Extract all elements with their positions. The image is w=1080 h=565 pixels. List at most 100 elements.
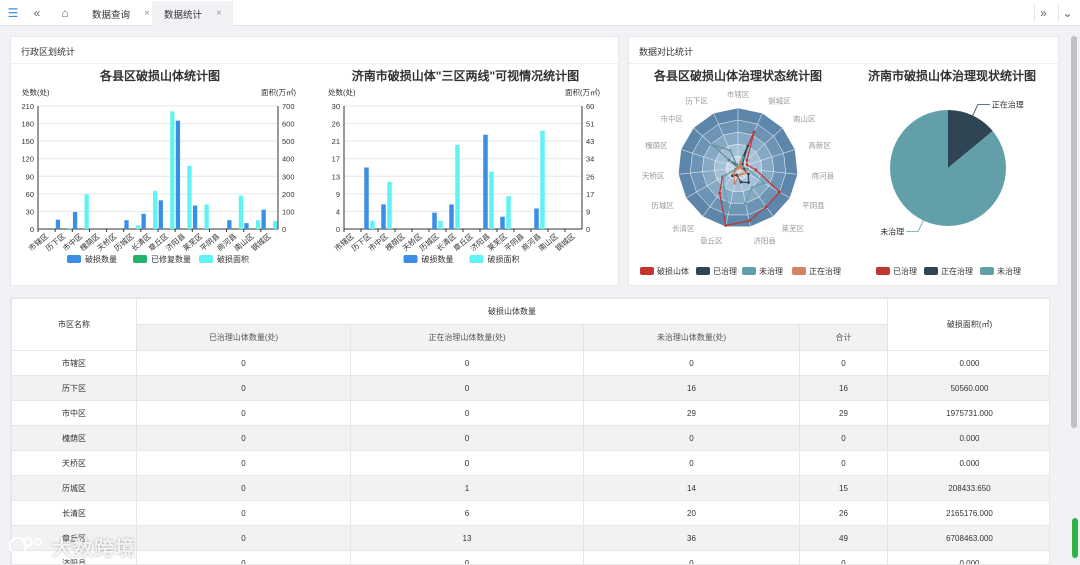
y2-tick-label: 300: [282, 172, 295, 181]
col-header-governed: 已治理山体数量(处): [136, 324, 351, 351]
radar-point: [747, 181, 750, 184]
table-row: 市中区 0 0 29 29 1975731.000: [11, 400, 1049, 426]
bar: [67, 228, 72, 229]
bar: [489, 171, 494, 229]
tab-data-query[interactable]: 数据查询 ×: [80, 1, 161, 26]
bar: [438, 220, 443, 229]
y-tick-label: 9: [336, 190, 340, 199]
y-tick-label: 150: [21, 137, 34, 146]
tab-data-statistics[interactable]: 数据统计 ×: [152, 1, 233, 26]
home-icon[interactable]: ⌂: [56, 4, 74, 22]
table-cell: 0.000: [887, 350, 1049, 376]
table-cell: 208433.650: [887, 475, 1049, 501]
table-cell: 0: [583, 550, 800, 564]
pie-label-line: [972, 104, 990, 116]
bar: [192, 205, 198, 229]
y2-tick-label: 700: [282, 102, 295, 111]
y-tick-label: 0: [30, 225, 34, 234]
bar: [381, 204, 386, 229]
radar-indicator-label: 天桥区: [642, 171, 665, 181]
table-cell: 0: [136, 400, 351, 426]
table-row: 历下区 0 0 16 16 50560.000: [11, 375, 1049, 401]
table-cell: 0: [136, 350, 351, 376]
radar-indicator-label: 莱芜区: [781, 223, 804, 233]
table-cell: 0: [136, 450, 351, 476]
radar-point: [754, 168, 758, 172]
radar-point: [736, 166, 740, 170]
table-cell: 2165176.000: [887, 500, 1049, 526]
table-row: 槐荫区 0 0 0 0 0.000: [11, 425, 1049, 451]
bar: [135, 225, 141, 229]
legend-swatch: [469, 255, 484, 263]
radar-point: [752, 130, 756, 134]
bar: [534, 208, 539, 229]
y-tick-label: 13: [332, 172, 340, 181]
radar-point: [732, 172, 736, 176]
table-row: 历城区 0 1 14 15 208433.650: [11, 475, 1049, 501]
y2-tick-label: 200: [282, 190, 295, 199]
panel-title: 数据对比统计: [639, 47, 694, 57]
bar: [170, 111, 175, 229]
bar: [187, 165, 192, 229]
legend-label: 破损面积: [488, 254, 520, 264]
legend-label: 正在治理: [809, 266, 841, 276]
table-row: 济阳县 0 0 0 0 0.000: [11, 550, 1049, 564]
table-cell: 0.000: [887, 450, 1049, 476]
legend-swatch: [742, 267, 756, 275]
close-icon[interactable]: ×: [144, 8, 150, 19]
table-cell: 1: [350, 475, 584, 501]
pie-label: 未治理: [880, 226, 904, 236]
table-row: 长清区 0 6 20 26 2165176.000: [11, 500, 1049, 526]
radar-indicator-label: 钢城区: [768, 95, 791, 105]
cell-city: 市中区: [11, 400, 137, 426]
table-cell: 14: [583, 475, 800, 501]
y-tick-label: 26: [332, 120, 340, 129]
tab-label: 数据统计: [164, 9, 203, 21]
y2-tick-label: 60: [586, 102, 594, 111]
y-axis-label: 处数(处): [328, 87, 356, 97]
table-cell: 0.000: [887, 425, 1049, 451]
watermark-text: 大数跨境: [52, 538, 136, 560]
radar-indicator-label: 市辖区: [727, 89, 750, 99]
chevron-down-icon[interactable]: ⌄: [1058, 4, 1076, 22]
table-cell: 15: [799, 475, 888, 501]
radar-point: [741, 155, 745, 159]
radar-point: [747, 219, 751, 223]
scrollbar-thumb[interactable]: [1071, 36, 1077, 428]
legend-label: 已治理: [713, 266, 737, 276]
bar: [238, 195, 244, 229]
legend-swatch: [403, 255, 418, 263]
bar: [72, 212, 78, 229]
col-header-city: 市区名称: [11, 298, 137, 351]
radar-point: [764, 205, 768, 209]
radar-indicator-label: 历下区: [685, 96, 708, 105]
table-cell: 0: [350, 350, 584, 376]
y-tick-label: 120: [21, 155, 34, 164]
y2-tick-label: 51: [586, 120, 594, 129]
table-cell: 0: [799, 450, 888, 476]
legend-label: 已修复数量: [151, 254, 191, 264]
radar-indicator-label: 历城区: [651, 201, 674, 210]
legend-swatch: [876, 267, 890, 275]
radar-point: [739, 180, 743, 184]
legend-swatch: [67, 255, 81, 263]
double-chevron-right-icon[interactable]: »: [1034, 4, 1052, 22]
y2-tick-label: 43: [586, 137, 594, 146]
bar: [483, 134, 488, 229]
bar: [273, 221, 278, 229]
y2-tick-label: 0: [586, 225, 590, 234]
table-cell: 26: [799, 500, 888, 526]
cell-city: 市辖区: [11, 350, 137, 376]
table-cell: 50560.000: [887, 375, 1049, 401]
radar-point: [750, 186, 754, 189]
table-cell: 6708463.000: [887, 525, 1049, 551]
y-tick-label: 21: [332, 137, 340, 146]
close-icon[interactable]: ×: [216, 8, 222, 19]
radar-point: [744, 171, 748, 175]
x-tick-label: 钢城区: [553, 231, 577, 253]
statistics-table-panel: 市区名称 破损山体数量 破损面积(㎡) 已治理山体数量(处) 正在治理山体数量(…: [10, 297, 1050, 565]
bar: [364, 167, 369, 229]
double-chevron-left-icon[interactable]: «: [28, 4, 46, 22]
menu-icon[interactable]: ☰: [4, 4, 22, 22]
radar-point: [746, 167, 749, 171]
